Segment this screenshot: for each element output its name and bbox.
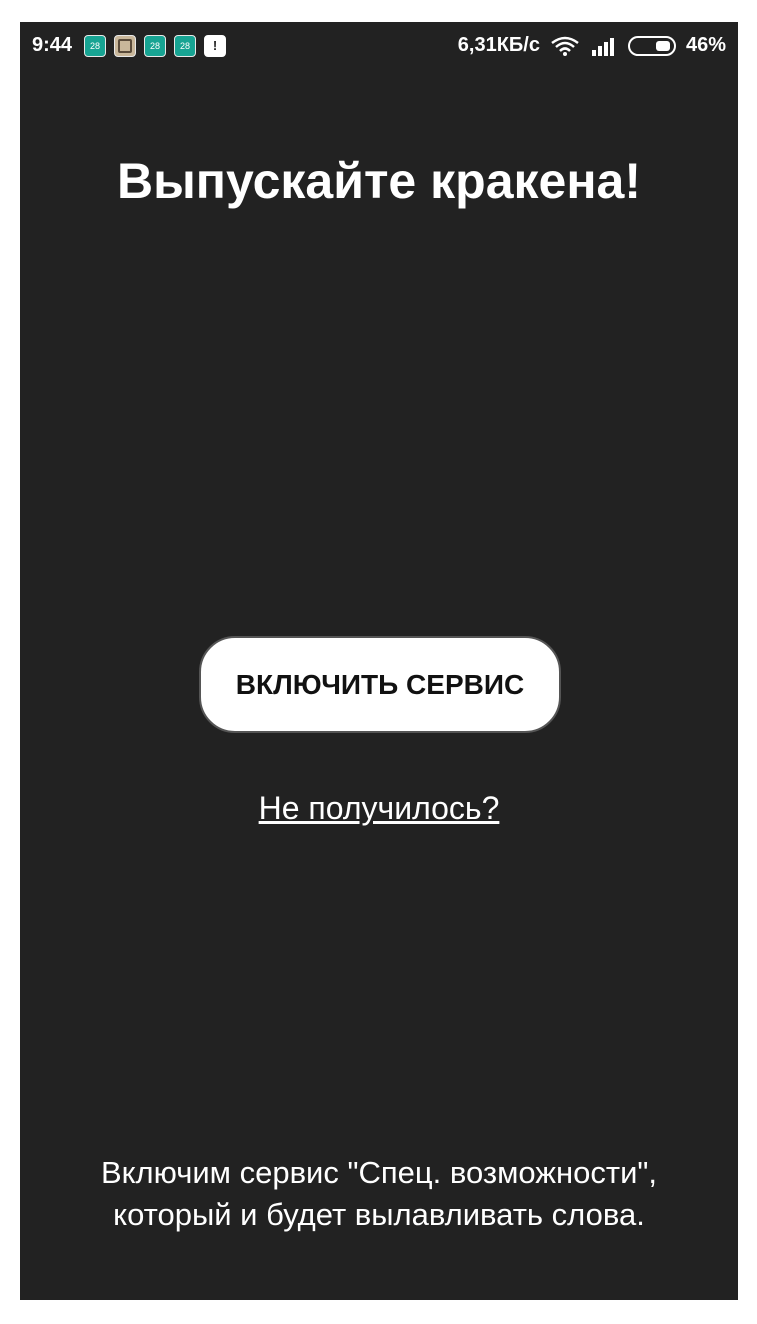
network-speed: 6,31КБ/с [457, 34, 540, 56]
battery-icon [627, 35, 676, 56]
footer-line-1: Включим сервис "Спец. возможности", [100, 1155, 658, 1190]
notification-icon: 28 [174, 34, 197, 57]
help-link[interactable]: Не получилось? [20, 790, 738, 827]
footer-line-2: который и будет вылавливать слова. [113, 1197, 645, 1232]
enable-service-button[interactable]: ВКЛЮЧИТЬ СЕРВИС [199, 636, 561, 733]
status-bar: 9:44 28 28 28 ! 6,31КБ/с 46% [20, 22, 738, 72]
signal-icon [591, 37, 614, 56]
app-notification-icon: ! [204, 34, 227, 57]
notification-icon: 28 [144, 34, 167, 57]
status-time: 9:44 [32, 34, 73, 56]
status-bar-right: 6,31КБ/с 46% [458, 34, 726, 57]
page-title: Выпускайте кракена! [117, 153, 641, 209]
footer-description: Включим сервис "Спец. возможности", кото… [20, 1152, 738, 1236]
battery-percent: 46% [685, 34, 726, 56]
status-bar-left: 9:44 28 28 28 ! [32, 34, 227, 57]
notification-icon: 28 [84, 34, 107, 57]
app-screen: 9:44 28 28 28 ! 6,31КБ/с 46% Выпускайте … [20, 22, 738, 1300]
photo-notification-icon [114, 34, 137, 57]
wifi-icon [551, 36, 579, 56]
